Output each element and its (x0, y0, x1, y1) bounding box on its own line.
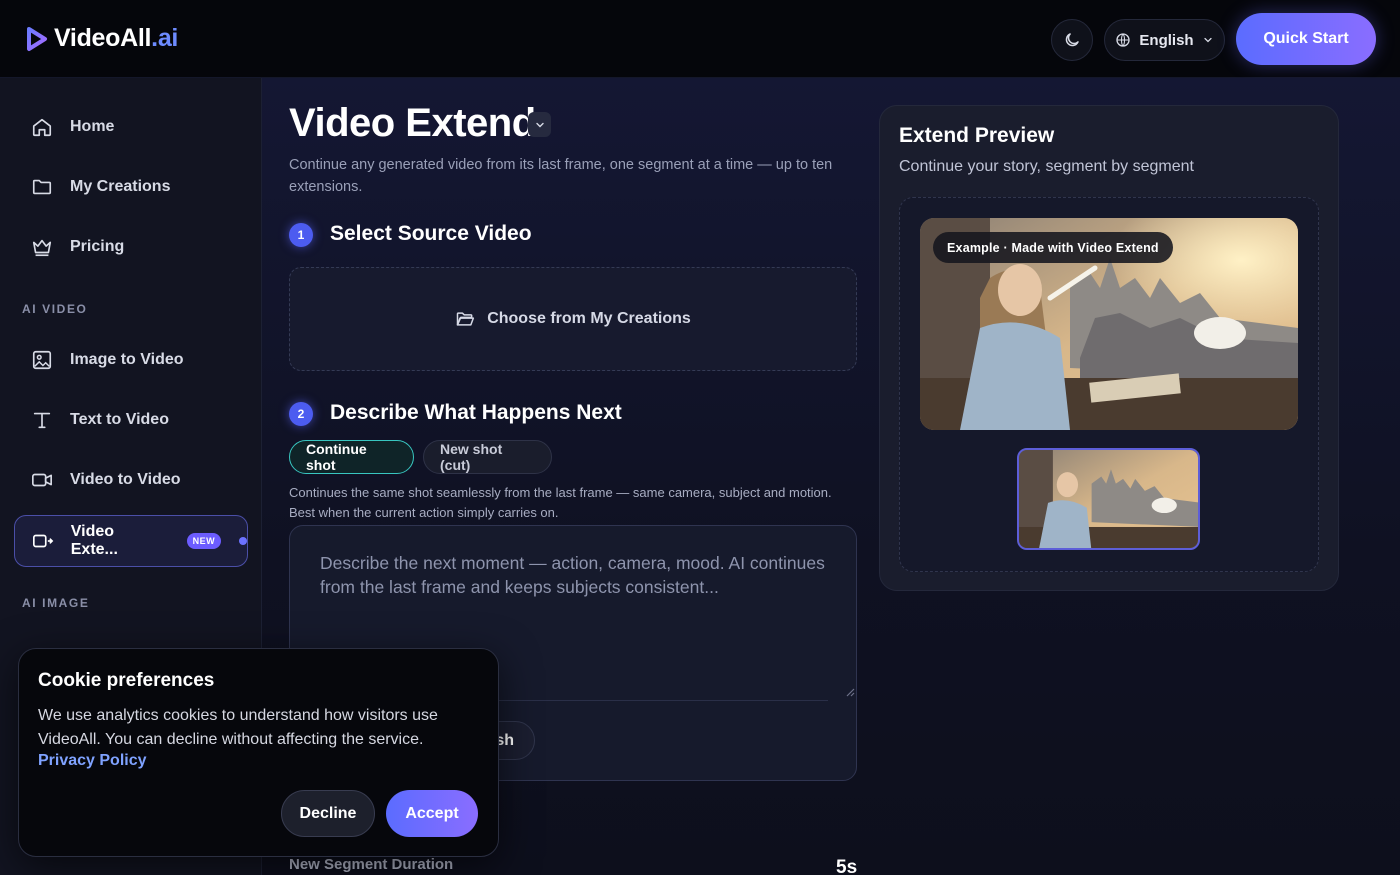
brand-name: VideoAll.ai (54, 24, 179, 52)
duration-value: 5s (836, 857, 858, 875)
sidebar-item-my-creations[interactable]: My Creations (14, 161, 248, 213)
sidebar-item-text-to-video[interactable]: Text to Video (14, 394, 248, 446)
sidebar-item-image-to-video[interactable]: Image to Video (14, 334, 248, 386)
sidebar-item-label: Home (70, 118, 115, 135)
top-bar: VideoAll.ai English Quick Start (0, 0, 1400, 78)
home-icon (30, 115, 54, 139)
choose-from-creations-button[interactable]: Choose from My Creations (289, 267, 857, 371)
video-extend-icon (31, 529, 55, 553)
sidebar-item-label: My Creations (70, 178, 171, 195)
video-icon (30, 468, 54, 492)
sidebar-item-video-to-video[interactable]: Video to Video (14, 454, 248, 506)
cookie-title: Cookie preferences (38, 670, 215, 691)
sidebar-item-home[interactable]: Home (14, 101, 248, 153)
status-dot (239, 537, 248, 545)
preview-thumbnail[interactable] (1017, 448, 1200, 550)
language-select[interactable]: English (1104, 19, 1225, 61)
thumbnail-illustration (1019, 450, 1198, 548)
title-dropdown-button[interactable] (528, 112, 551, 137)
sidebar-item-label: Video to Video (70, 471, 181, 488)
page-subtitle: Continue any generated video from its la… (289, 157, 833, 195)
folder-icon (30, 175, 54, 199)
chevron-down-icon (535, 122, 544, 127)
globe-icon (1116, 33, 1131, 47)
sidebar-item-pricing[interactable]: Pricing (14, 221, 248, 273)
logo[interactable]: VideoAll.ai (26, 24, 178, 53)
duration-label: New Segment Duration (289, 856, 454, 873)
sidebar-item-label: Text to Video (70, 411, 169, 428)
example-tag: Example · Made with Video Extend (933, 232, 1173, 263)
prompt-input[interactable]: Describe the next moment — action, camer… (320, 551, 840, 599)
mode-hint: Continues the same shot seamlessly from … (289, 485, 832, 520)
step-title-select-source: Select Source Video (330, 222, 532, 245)
image-icon (30, 348, 54, 372)
sidebar-item-video-extend[interactable]: Video Exte... NEW (14, 515, 248, 567)
chevron-down-icon (1203, 37, 1212, 43)
language-label: English (1139, 31, 1194, 49)
step-number-2: 2 (289, 402, 313, 426)
cookie-text: We use analytics cookies to understand h… (38, 707, 438, 748)
section-label-ai-image: AI IMAGE (22, 596, 90, 610)
crown-icon (30, 235, 54, 259)
moon-icon (1065, 33, 1079, 47)
decline-button[interactable]: Decline (281, 790, 375, 837)
section-label-ai-video: AI VIDEO (22, 302, 88, 316)
step-number-1: 1 (289, 223, 313, 247)
page-title: Video Extend (289, 101, 536, 145)
resize-handle-icon[interactable] (846, 688, 855, 697)
new-badge: NEW (186, 533, 222, 549)
play-logo-icon (27, 26, 47, 51)
accept-button[interactable]: Accept (386, 790, 478, 837)
choose-label: Choose from My Creations (487, 310, 691, 327)
privacy-policy-link[interactable]: Privacy Policy (38, 752, 147, 770)
folder-open-icon (456, 312, 475, 326)
text-icon (30, 408, 54, 432)
theme-toggle-button[interactable] (1051, 19, 1093, 61)
mode-new-shot[interactable]: New shot (cut) (423, 440, 552, 474)
quick-start-button[interactable]: Quick Start (1236, 13, 1376, 65)
preview-title: Extend Preview (899, 124, 1055, 147)
sidebar-item-label: Image to Video (70, 351, 184, 368)
sidebar-item-label: Video Exte... (70, 523, 118, 558)
preview-subtitle: Continue your story, segment by segment (899, 158, 1194, 175)
step-title-describe-next: Describe What Happens Next (330, 401, 622, 424)
mode-continue-shot[interactable]: Continue shot (289, 440, 414, 474)
sidebar-item-label: Pricing (70, 238, 125, 255)
